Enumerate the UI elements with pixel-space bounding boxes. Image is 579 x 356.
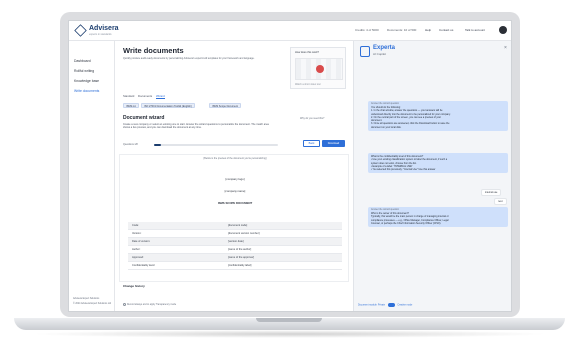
app-screen: Advisera experts in standards Credits: 4… <box>68 20 512 312</box>
download-button[interactable]: Download <box>322 140 345 147</box>
progress-bar <box>154 144 278 146</box>
tab-wizard[interactable]: Wizard <box>156 94 165 99</box>
table-row: Author: [name of the author] <box>128 246 342 254</box>
contact-link[interactable]: Contact us <box>439 28 453 32</box>
radio-icon[interactable] <box>123 303 126 306</box>
table-cell-label: Author: <box>132 248 141 251</box>
main-content: Write documents Quickly produce audit-re… <box>116 41 352 311</box>
creative-mode-toggle[interactable] <box>387 303 395 307</box>
talk-to-account-link[interactable]: Talk to account <box>465 28 485 32</box>
video-question: How does this work? <box>295 51 319 54</box>
table-row: Approved: [name of the approver] <box>128 254 342 262</box>
copilot-icon <box>360 46 370 57</box>
doc-title: ISMS SCOPE DOCUMENT <box>217 201 253 205</box>
wizard-title: Document wizard <box>123 115 165 121</box>
chat-footer: Document module: Private Creative mode <box>358 303 412 307</box>
chat-input-box[interactable] <box>358 311 508 312</box>
chat-brand-sub: AI Copilot <box>373 52 387 56</box>
message-line: • You selected this previously: "Interna… <box>371 168 436 172</box>
preview-note: [Below is the preview of the document yo… <box>203 157 267 160</box>
table-row: Confidentiality level: [confidentiality … <box>128 262 342 270</box>
progress-fill <box>154 144 162 146</box>
help-link[interactable]: Help <box>425 28 431 32</box>
creative-mode-label: Creative mode <box>397 304 413 307</box>
close-icon[interactable]: × <box>504 45 507 51</box>
page-title: Write documents <box>123 46 184 55</box>
doc-company-logo: [company logo] <box>225 177 245 181</box>
app-logo[interactable]: Advisera experts in standards <box>74 24 129 38</box>
message-header: Answer the wizard question <box>371 209 400 211</box>
credits-stat: Credits: 4 of 5000 <box>355 28 379 32</box>
user-message: next <box>494 198 507 206</box>
assistant-message: What is the confidentiality level of thi… <box>368 153 508 174</box>
assistant-message: Answer the wizard question You should do… <box>368 101 508 132</box>
document-module-label: Document module: Private <box>358 304 386 307</box>
back-button[interactable]: Back <box>303 140 320 147</box>
tab-documents[interactable]: Documents <box>138 94 152 98</box>
table-cell-value: [document code] <box>228 224 248 227</box>
sidebar-item-write-documents[interactable]: Write documents <box>74 89 99 93</box>
sidebar-footer-copyright: © 2024 Advisera Expert Solutions Ltd <box>73 303 112 305</box>
wizard-help-link[interactable]: Why do you need this? <box>300 117 324 120</box>
play-icon[interactable] <box>316 65 324 73</box>
table-cell-label: Confidentiality level: <box>132 264 156 267</box>
video-caption: Watch a short video tour <box>295 83 321 86</box>
page-subtitle: Quickly produce audit-ready documents by… <box>123 57 255 60</box>
table-cell-value: [confidentiality label] <box>228 264 252 267</box>
assistant-message: Answer the wizard question Who is the ow… <box>368 207 508 228</box>
table-row: Version: [document version number] <box>128 230 342 238</box>
documents-stat: Documents: 10 of 500 <box>387 28 417 32</box>
sidebar-footer-company: Advisera Expert Solutions <box>73 298 100 300</box>
document-preview: [Below is the preview of the document yo… <box>119 154 349 282</box>
message-line: document on your local disk. <box>371 125 402 129</box>
laptop-shadow <box>30 330 549 338</box>
logo-tagline: experts in standards <box>89 33 112 36</box>
logo-icon <box>74 24 87 37</box>
user-message: internal use <box>481 189 502 197</box>
progress-label: Questions 1/8 <box>123 143 138 146</box>
chat-brand-name: Experta <box>373 45 396 51</box>
wizard-description: Create a new company or select an existi… <box>123 123 269 130</box>
logo-text: Advisera <box>89 25 119 32</box>
bottom-note-text: Record always and to apply Transparency … <box>127 304 177 307</box>
laptop-notch <box>256 318 322 322</box>
table-row: Date of version: [version date] <box>128 238 342 246</box>
table-cell-label: Date of version: <box>132 240 151 243</box>
avatar[interactable] <box>499 26 507 34</box>
ai-chat-panel: Experta AI Copilot × Answer the wizard q… <box>353 41 511 312</box>
change-history-heading: Change history <box>123 284 145 288</box>
table-cell-value: [name of the approver] <box>228 256 255 259</box>
table-cell-label: Code: <box>132 224 139 227</box>
top-bar: Advisera experts in standards Credits: 4… <box>69 21 511 41</box>
tag-toolkit[interactable]: ISO 27001 Documentation Toolkit (English… <box>141 103 195 108</box>
video-card[interactable]: How does this work? Watch a short video … <box>290 47 346 89</box>
tag-document[interactable]: ISMS Scope Document <box>209 103 241 108</box>
sidebar-item-writing[interactable]: Rollful writing <box>74 69 94 73</box>
doc-company-name: [company name] <box>224 189 246 193</box>
bottom-note: Record always and to apply Transparency … <box>123 303 176 306</box>
table-cell-value: [name of the author] <box>228 248 252 251</box>
table-cell-value: [version date] <box>228 240 244 243</box>
table-cell-label: Version: <box>132 232 142 235</box>
message-header: Answer the wizard question <box>371 103 400 105</box>
sidebar-item-knowledge-base[interactable]: Knowledge base <box>74 79 99 83</box>
message-line: Counsel, or perhaps the Chief Informatio… <box>371 221 442 225</box>
laptop-mockup: Advisera experts in standards Credits: 4… <box>0 0 579 356</box>
sidebar-item-dashboard[interactable]: Dashboard <box>74 59 91 63</box>
table-cell-value: [document version number] <box>228 232 260 235</box>
sidebar: Dashboard Rollful writing Knowledge base… <box>69 41 115 311</box>
video-thumbnail[interactable] <box>295 58 343 80</box>
tab-standard[interactable]: Standard <box>123 94 134 98</box>
chat-brand: Experta AI Copilot <box>360 45 420 61</box>
table-row: Code: [document code] <box>128 222 342 230</box>
table-cell-label: Approved: <box>132 256 144 259</box>
tag-company[interactable]: ISMS.inc <box>123 103 140 108</box>
